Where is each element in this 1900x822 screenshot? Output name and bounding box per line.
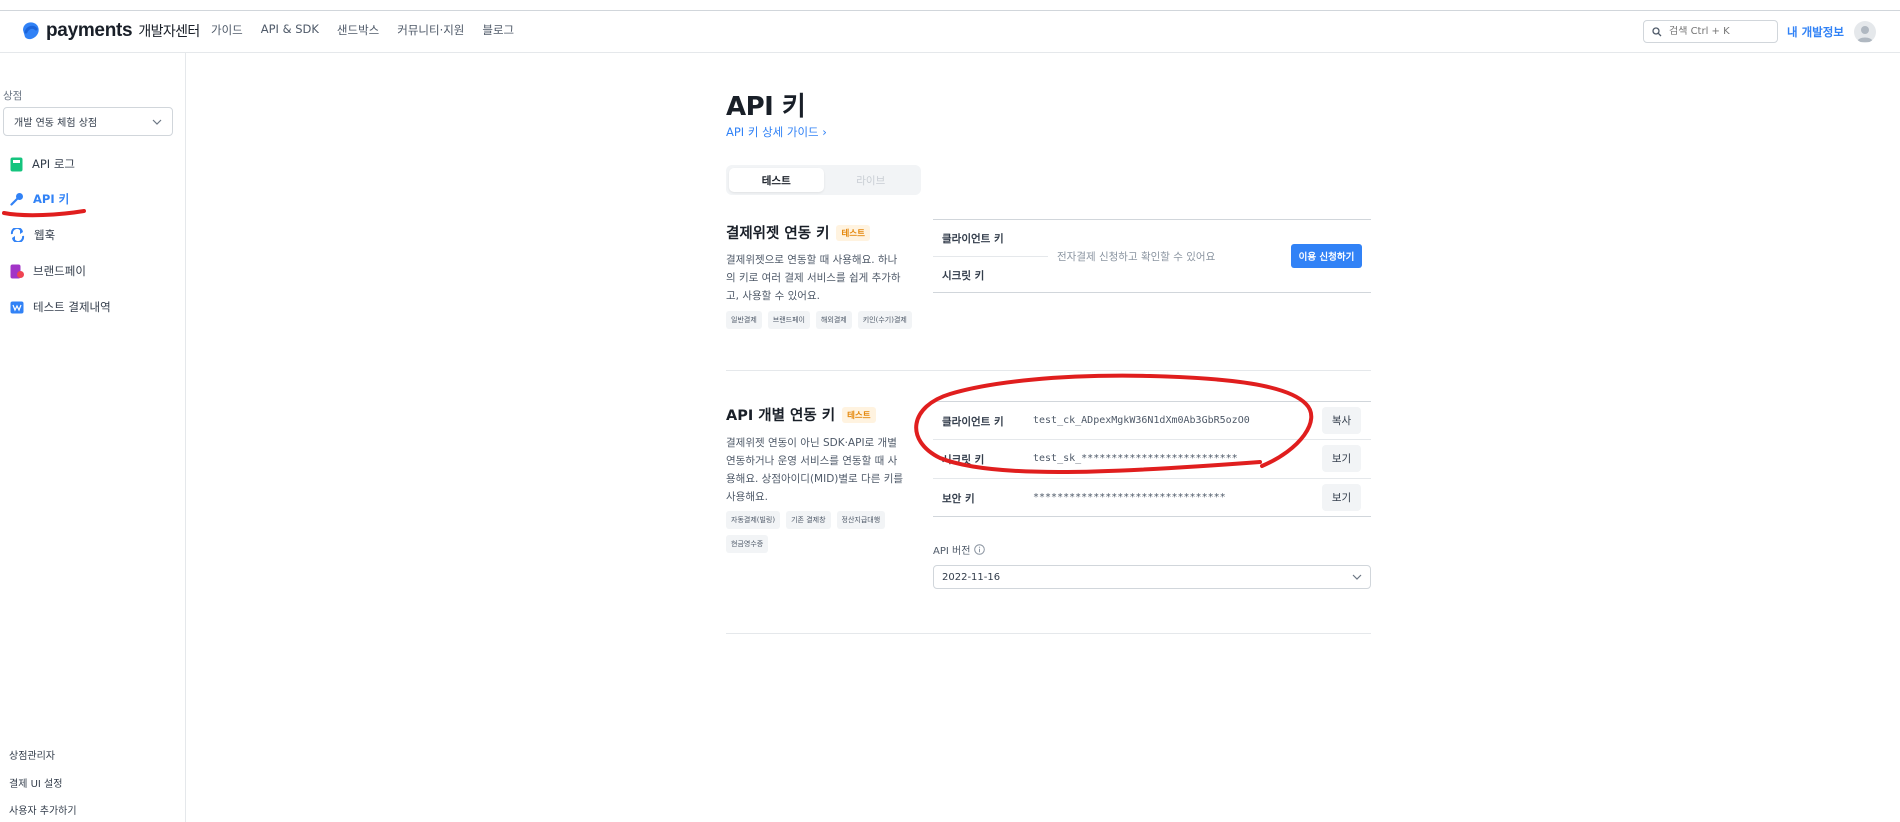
widget-chip-list: 일반결제 브랜드페이 해외결제 키인(수기)결제 (726, 311, 926, 329)
search-icon (1652, 26, 1662, 36)
tab-test[interactable]: 테스트 (729, 168, 824, 192)
apply-service-button[interactable]: 이용 신청하기 (1291, 244, 1362, 268)
nav-sandbox[interactable]: 샌드박스 (337, 22, 379, 38)
show-secret-key-button[interactable]: 보기 (1322, 445, 1361, 472)
chevron-down-icon (152, 119, 162, 125)
divider (933, 439, 1371, 440)
test-badge: 테스트 (842, 406, 876, 423)
secret-key-value: test_sk_************************** (1033, 453, 1238, 464)
divider (933, 401, 1371, 402)
divider (933, 256, 1048, 257)
chip: 정산지급대행 (836, 511, 886, 529)
divider (933, 292, 1371, 293)
search-box[interactable] (1643, 20, 1778, 43)
copy-client-key-button[interactable]: 복사 (1322, 407, 1361, 434)
sidebar-footer-payment-ui[interactable]: 결제 UI 설정 (9, 775, 62, 790)
logo-text: payments (46, 20, 133, 41)
sidebar-item-label: API 키 (33, 192, 70, 206)
info-icon[interactable] (974, 544, 986, 555)
divider (933, 219, 1371, 220)
logo[interactable]: payments 개발자센터 (20, 19, 200, 43)
client-key-label: 클라이언트 키 (942, 416, 1004, 428)
widget-section-description: 결제위젯으로 연동할 때 사용해요. 하나의 키로 여러 결제 서비스를 쉽게 … (726, 254, 901, 302)
chip: 해외결제 (815, 311, 852, 329)
top-nav: 가이드 API & SDK 샌드박스 커뮤니티·지원 블로그 (211, 22, 532, 38)
sidebar-item-label: API 로그 (32, 157, 76, 171)
api-chip-list: 자동결제(빌링) 기존 결제창 정산지급대행 현금영수증 (726, 511, 906, 553)
webhook-icon (10, 228, 25, 242)
my-dev-info-link[interactable]: 내 개발정보 (1787, 24, 1844, 40)
chip: 현금영수증 (726, 535, 769, 553)
test-badge: 테스트 (836, 224, 870, 241)
key-icon (10, 193, 23, 206)
widget-secret-key-label: 시크릿 키 (942, 270, 985, 282)
api-section-title-text: API 개별 연동 키 (726, 408, 836, 424)
security-key-label: 보안 키 (942, 493, 975, 505)
sidebar-item-brandpay[interactable]: 브랜드페이 (10, 261, 86, 281)
sidebar-item-webhook[interactable]: 웹훅 (10, 225, 55, 245)
sidebar-item-test-payments[interactable]: 테스트 결제내역 (10, 297, 111, 317)
section-divider (726, 370, 1371, 371)
nav-guide[interactable]: 가이드 (211, 22, 243, 38)
sidebar-footer-store-admin[interactable]: 상점관리자 (9, 747, 55, 762)
security-key-value: ******************************** (1033, 492, 1226, 503)
user-icon (1857, 26, 1873, 42)
logo-subtitle: 개발자센터 (138, 24, 200, 40)
chip: 기존 결제창 (786, 511, 831, 529)
chevron-down-icon (1352, 574, 1362, 580)
widget-section-title-text: 결제위젯 연동 키 (726, 226, 830, 242)
divider (933, 478, 1371, 479)
api-version-value: 2022-11-16 (942, 571, 1001, 583)
avatar[interactable] (1854, 21, 1876, 43)
divider (933, 516, 1371, 517)
search-input[interactable] (1669, 26, 1769, 37)
api-section-title: API 개별 연동 키 테스트 (726, 404, 876, 425)
sidebar-item-label: 브랜드페이 (33, 264, 86, 278)
toss-logo-icon (23, 22, 39, 40)
test-payments-icon (10, 301, 24, 313)
api-version-select[interactable]: 2022-11-16 (933, 565, 1371, 589)
tab-live[interactable]: 라이브 (824, 168, 919, 192)
api-version-label: API 버전 (933, 542, 986, 557)
widget-client-key-label: 클라이언트 키 (942, 233, 1004, 245)
chip: 일반결제 (726, 311, 762, 329)
show-security-key-button[interactable]: 보기 (1322, 484, 1361, 511)
sidebar-item-label: 테스트 결제내역 (33, 300, 111, 314)
red-annotation-overlay (2, 209, 1314, 474)
chip: 브랜드페이 (767, 311, 810, 329)
sidebar-item-api-key[interactable]: API 키 (10, 189, 69, 209)
env-toggle: 테스트 라이브 (726, 165, 921, 195)
widget-section-title: 결제위젯 연동 키 테스트 (726, 222, 870, 243)
sidebar-item-api-log[interactable]: API 로그 (10, 154, 75, 174)
nav-community[interactable]: 커뮤니티·지원 (397, 22, 464, 38)
store-select-value: 개발 연동 체험 상점 (14, 118, 98, 129)
api-section-description: 결제위젯 연동이 아닌 SDK·API로 개별 연동하거나 운영 서비스를 연동… (726, 437, 904, 503)
api-key-guide-link[interactable]: API 키 상세 가이드 › (726, 124, 827, 140)
nav-blog[interactable]: 블로그 (482, 22, 514, 38)
chip: 키인(수기)결제 (857, 311, 912, 329)
api-log-icon (10, 157, 23, 171)
chip: 자동결제(빌링) (726, 511, 781, 529)
sidebar-item-label: 웹훅 (34, 228, 56, 242)
store-select[interactable]: 개발 연동 체험 상점 (3, 107, 173, 136)
section-divider (726, 633, 1371, 634)
page-title: API 키 (726, 92, 806, 122)
api-version-label-text: API 버전 (933, 546, 971, 557)
widget-key-notice: 전자결제 신청하고 확인할 수 있어요 (1057, 251, 1216, 263)
sidebar-footer-add-user[interactable]: 사용자 추가하기 (9, 802, 77, 817)
brandpay-icon (10, 264, 24, 278)
secret-key-label: 시크릿 키 (942, 454, 985, 466)
client-key-value: test_ck_ADpexMgkW36N1dXm0Ab3GbR5ozO0 (1033, 415, 1250, 426)
store-label: 상점 (3, 90, 23, 102)
nav-api-sdk[interactable]: API & SDK (261, 22, 319, 38)
